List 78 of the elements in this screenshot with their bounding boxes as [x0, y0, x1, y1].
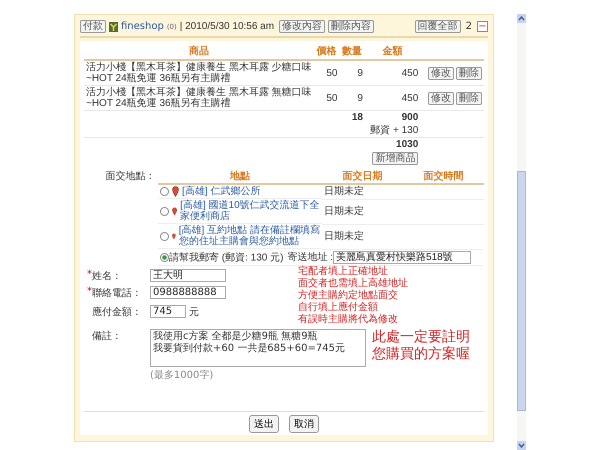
location-link[interactable]: [高雄] 仁武鄉公所 [182, 186, 260, 197]
column-header: 面交日期 [342, 171, 382, 182]
post-action-button[interactable]: 修改內容 [279, 20, 326, 33]
remark-field[interactable]: 我使用c方案 全都是少糖9瓶 無糖9瓶 我要貨到付款+60 一共是685+60=745元 [150, 328, 366, 366]
radio-button[interactable] [160, 206, 169, 216]
price-cell: 50 [326, 92, 338, 104]
field-label: 聯絡電話 : [92, 286, 140, 300]
annotation-text: 您購買的方案喔 [372, 346, 470, 362]
field-label: 應付金額 : [92, 306, 140, 318]
scroll-down-icon[interactable] [517, 441, 526, 450]
post-date: | 2010/5/30 10:56 am [180, 21, 274, 32]
input-field[interactable]: 745 [150, 305, 186, 318]
pay-button[interactable]: 付款 [80, 20, 106, 33]
location-link[interactable]: [高雄] 互約地點 請在備註欄填寫您的住址主購會與您約地點 [178, 225, 320, 247]
annotation-text: 方便主購約定地點面交 [298, 290, 399, 302]
total-quantity: 18 [352, 112, 363, 123]
annotation-text: 有誤時主購將代為修改 [298, 314, 398, 326]
input-field[interactable]: 0988888888 [150, 286, 226, 298]
date-cell: 日期未定 [324, 186, 364, 198]
date-cell: 日期未定 [324, 231, 364, 242]
annotation-text: 自行填上應付金額 [298, 302, 379, 314]
required-mark: * [87, 286, 92, 296]
collapse-button[interactable]: − [477, 21, 488, 32]
map-pin-icon [172, 206, 178, 216]
scrollbar[interactable] [517, 14, 526, 450]
username-link[interactable]: fineshop [121, 21, 164, 32]
column-header: 金額 [382, 46, 403, 57]
grand-total: 1030 [396, 139, 418, 150]
shipping-fee: + 130 [392, 125, 418, 136]
annotation-text: 此處一定要註明 [372, 328, 470, 346]
column-header: 價格 [316, 46, 337, 57]
radio-button[interactable] [160, 232, 169, 240]
hint-text: (最多1000字) [150, 368, 214, 382]
product-name: ~HOT 24瓶免運 36瓶另有主購禮 [86, 73, 231, 84]
location-link[interactable]: [高雄] 國道10號仁武交流道下全家便利商店 [180, 200, 320, 222]
row-action-button[interactable]: 修改 [428, 92, 454, 104]
row-action-button[interactable]: 修改 [428, 66, 454, 80]
row-action-button[interactable]: 刪除 [456, 92, 482, 104]
plant-icon [109, 22, 118, 32]
row-action-button[interactable]: 刪除 [456, 66, 482, 80]
map-pin-icon [172, 186, 179, 197]
address-field[interactable]: 美麗島真愛村快樂路518號 [333, 250, 472, 264]
post-action-button[interactable]: 刪除內容 [328, 20, 374, 33]
reply-count: 2 [466, 21, 472, 32]
field-label: 面交地點 : [104, 170, 152, 184]
form-button[interactable]: 取消 [289, 415, 319, 433]
field-label: 姓名 : [92, 270, 120, 282]
add-item-button[interactable]: 新增商品 [372, 152, 418, 165]
address-label: 寄送地址 : [287, 252, 334, 263]
annotation-text: 面交者也需填上高雄地址 [298, 278, 408, 290]
column-header: 商品 [189, 46, 209, 57]
input-field[interactable]: 王大明 [150, 268, 226, 282]
column-header: 地點 [230, 171, 250, 182]
amount-cell: 450 [402, 68, 418, 78]
form-button[interactable]: 送出 [249, 415, 279, 433]
radio-button[interactable] [160, 187, 169, 196]
annotation-text: 宅配者填上正確地址 [298, 266, 389, 278]
radio-button[interactable] [160, 252, 169, 262]
column-header: 面交時間 [424, 171, 464, 182]
reply-all-button[interactable]: 回覆全部 [414, 20, 461, 33]
product-name: 活力小棧【黑木耳茶】健康養生 黑木耳露 少糖口味 [86, 62, 312, 73]
field-label: 備註 : [92, 330, 120, 342]
quantity-cell: 9 [357, 92, 363, 104]
required-mark: * [87, 268, 92, 280]
scroll-up-icon[interactable] [517, 14, 526, 23]
price-cell: 50 [326, 68, 338, 78]
quantity-cell: 9 [357, 68, 363, 78]
map-pin-icon [172, 230, 176, 242]
mail-option-label: 請幫我郵寄 (郵資: 130 元) [169, 252, 284, 263]
product-name: ~HOT 24瓶免運 36瓶另有主購禮 [86, 98, 231, 109]
shipping-label: 郵資 [370, 125, 390, 136]
date-cell: 日期未定 [324, 206, 364, 217]
unit-label: 元 [189, 306, 199, 318]
column-header: 數量 [342, 46, 362, 57]
scroll-thumb[interactable] [517, 171, 526, 411]
product-name: 活力小棧【黑木耳茶】健康養生 黑木耳露 無糖口味 [86, 87, 312, 98]
subtotal: 900 [402, 112, 418, 123]
amount-cell: 450 [402, 92, 418, 104]
